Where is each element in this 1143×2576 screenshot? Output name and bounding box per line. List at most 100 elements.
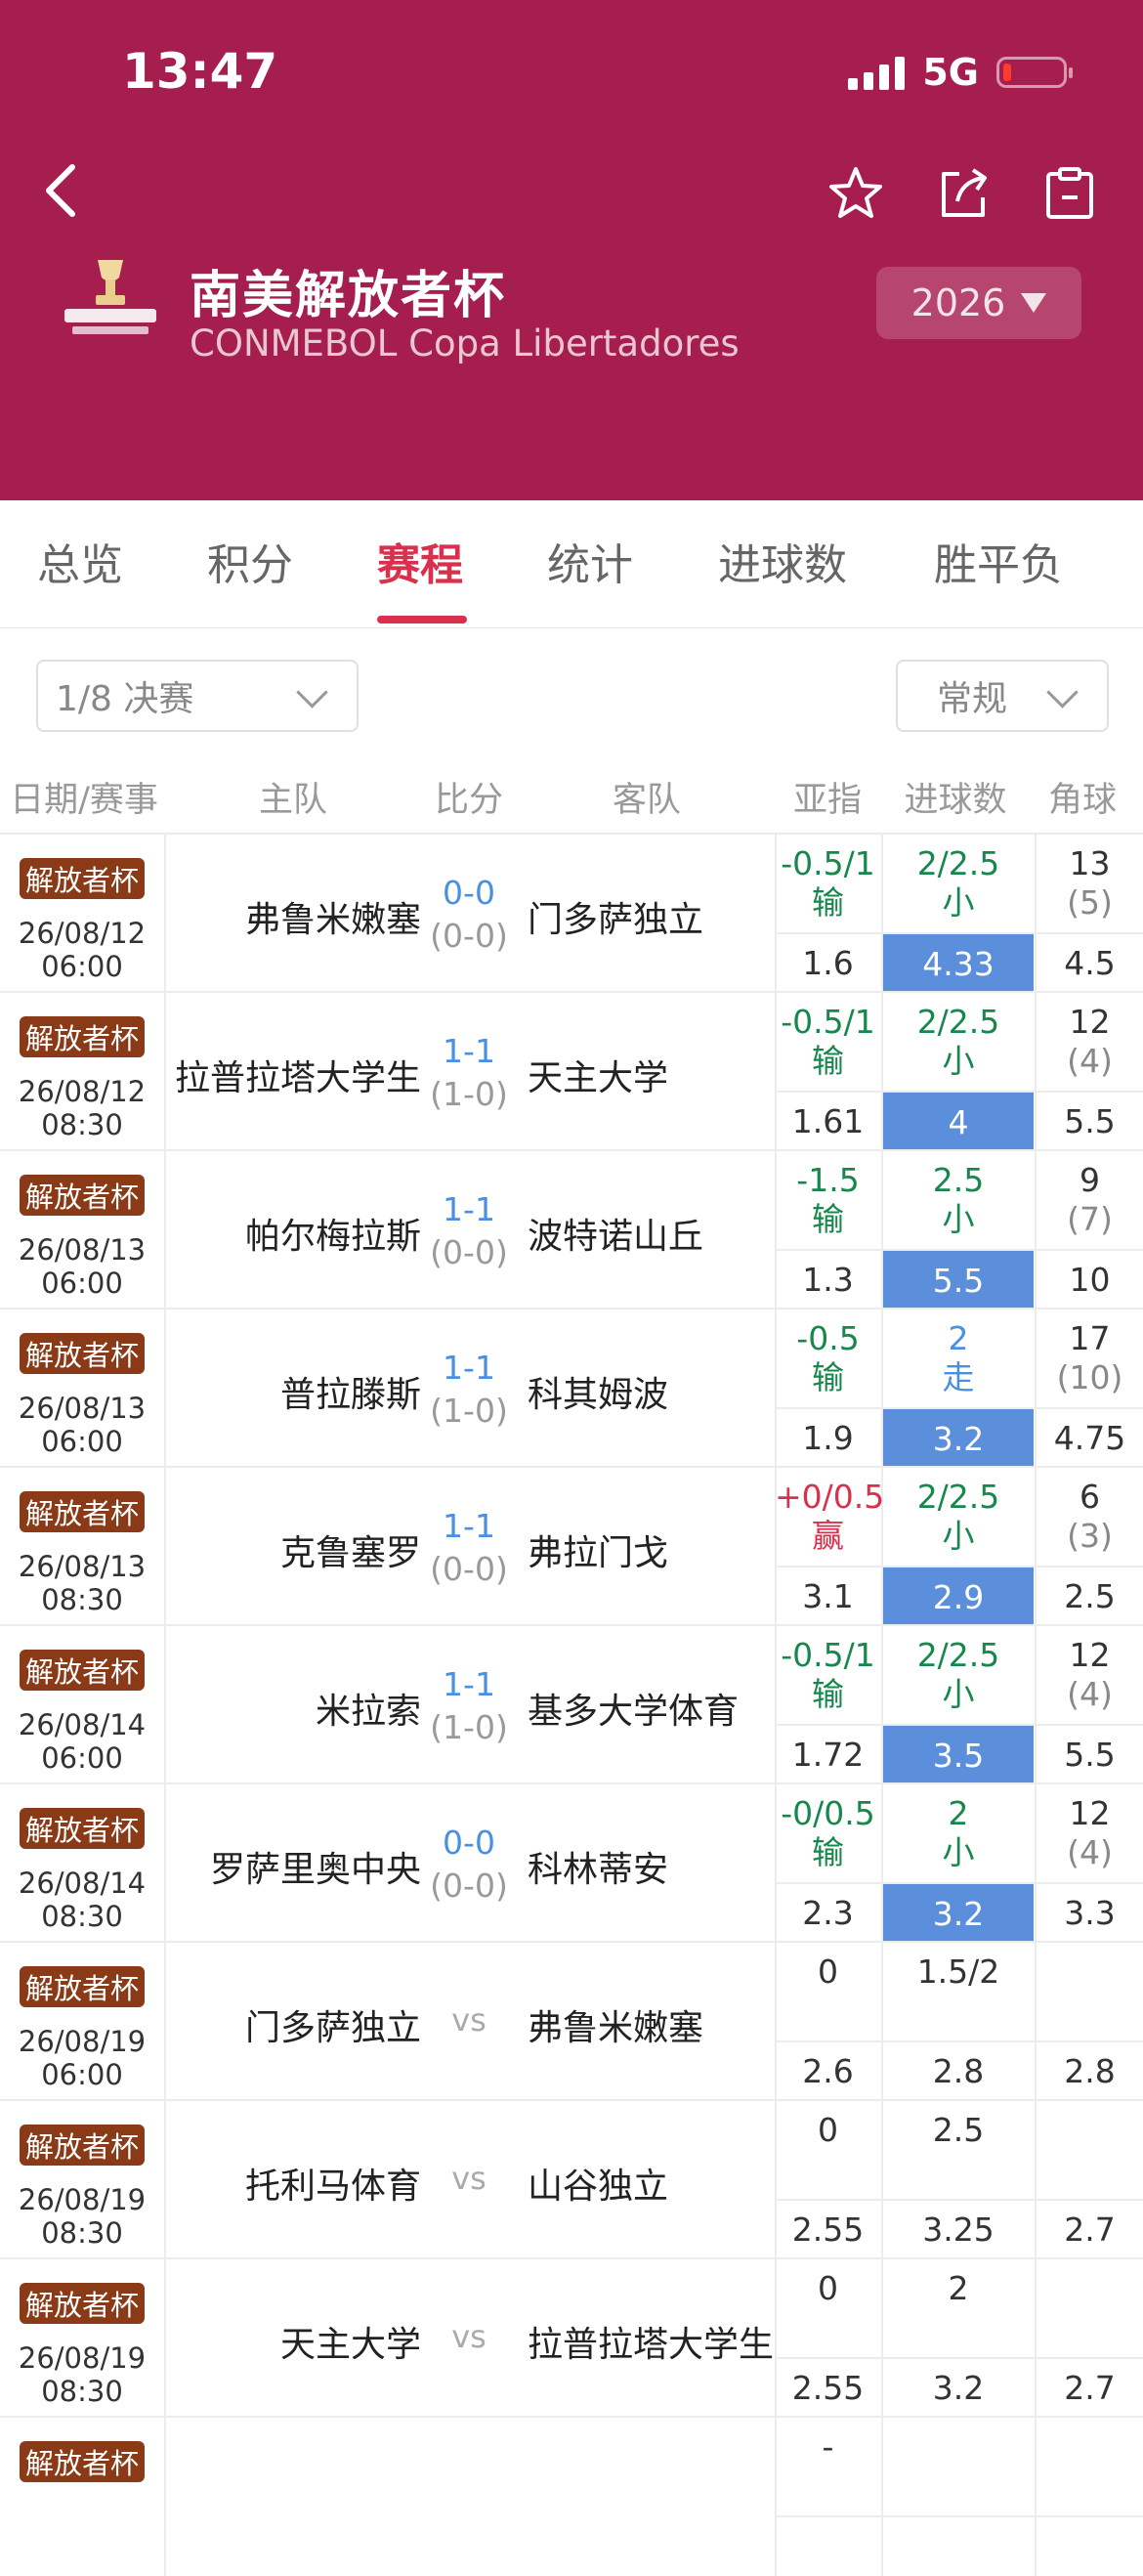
- away-team[interactable]: 波特诺山丘: [528, 1208, 703, 1259]
- away-team[interactable]: 科其姆波: [528, 1366, 668, 1417]
- asian-handicap-result: 赢: [812, 1517, 844, 1555]
- tab-schedule[interactable]: 赛程: [377, 530, 463, 592]
- asian-handicap-result: 输: [812, 1200, 844, 1238]
- year-value: 2026: [910, 281, 1006, 324]
- versus-label: vs: [451, 2160, 487, 2197]
- home-team[interactable]: 拉普拉塔大学生: [175, 1050, 421, 1100]
- asian-handicap-odds: 1.72: [791, 1736, 865, 1774]
- corners-half-time: (5): [1067, 883, 1113, 922]
- match-row[interactable]: 解放者杯 26/08/13 06:00 普拉滕斯 科其姆波 1-1 (1-0) -0.5 输 1.…: [0, 1308, 1143, 1468]
- tab-stats[interactable]: 统计: [547, 530, 633, 592]
- away-team[interactable]: 弗鲁米嫩塞: [528, 1999, 703, 2050]
- competition-badge: 解放者杯: [20, 1966, 145, 2007]
- match-row[interactable]: 解放者杯 26/08/14 06:00 米拉索 基多大学体育 1-1 (1-0) -0.5/1…: [0, 1624, 1143, 1784]
- round-filter[interactable]: 1/8 决赛: [36, 660, 359, 732]
- total-goals-odds: 5.5: [883, 1251, 1034, 1309]
- corners-total: 12: [1069, 1794, 1111, 1832]
- col-away: 客队: [612, 781, 682, 820]
- match-date: 26/08/14: [18, 1867, 147, 1900]
- match-date: 26/08/12: [18, 1075, 147, 1108]
- home-team[interactable]: 普拉滕斯: [280, 1366, 421, 1417]
- mode-filter[interactable]: 常规: [896, 660, 1109, 732]
- corners-odds: 5.5: [1064, 1736, 1116, 1774]
- back-icon[interactable]: [39, 161, 88, 220]
- col-asian-handicap: 亚指: [792, 781, 863, 820]
- asian-handicap-odds: 1.3: [802, 1261, 854, 1299]
- home-team[interactable]: 帕尔梅拉斯: [245, 1208, 421, 1259]
- home-team[interactable]: 克鲁塞罗: [280, 1524, 421, 1575]
- away-team[interactable]: 门多萨独立: [528, 891, 703, 942]
- tab-results[interactable]: 胜平负: [934, 530, 1063, 592]
- total-goals-line: 2/2.5: [916, 1478, 1000, 1516]
- away-team[interactable]: 科林蒂安: [528, 1841, 668, 1892]
- match-row[interactable]: 解放者杯 26/08/14 08:30 罗萨里奥中央 科林蒂安 0-0 (0-0) -0/0.…: [0, 1782, 1143, 1943]
- share-icon[interactable]: [934, 164, 993, 223]
- total-goals-line: 2/2.5: [916, 1636, 1000, 1674]
- home-team[interactable]: 弗鲁米嫩塞: [245, 891, 421, 942]
- corners-total: 17: [1069, 1319, 1111, 1357]
- away-team[interactable]: 山谷独立: [528, 2158, 668, 2209]
- match-row[interactable]: 解放者杯 26/08/13 08:30 克鲁塞罗 弗拉门戈 1-1 (0-0) +0/0.5 赢…: [0, 1466, 1143, 1626]
- competition-badge: 解放者杯: [20, 2441, 145, 2482]
- corners-odds: 2.8: [1064, 2052, 1116, 2090]
- full-time-score: 0-0: [443, 1824, 495, 1862]
- tab-bar: 总览 积分 赛程 统计 进球数 胜平负: [0, 500, 1143, 628]
- home-team[interactable]: 天主大学: [280, 2316, 421, 2367]
- home-team[interactable]: 罗萨里奥中央: [210, 1841, 421, 1892]
- divider: [775, 2357, 1143, 2359]
- full-time-score: 1-1: [443, 1349, 495, 1387]
- match-time: 08:30: [41, 1583, 123, 1616]
- competition-badge: 解放者杯: [20, 858, 145, 899]
- status-time: 13:47: [122, 43, 278, 100]
- home-team[interactable]: 米拉索: [316, 1683, 421, 1734]
- full-time-score: 0-0: [443, 874, 495, 912]
- home-team[interactable]: 门多萨独立: [245, 1999, 421, 2050]
- corners-odds: 2.7: [1064, 2369, 1116, 2407]
- match-row[interactable]: 解放者杯 26/08/19 08:30 托利马体育 山谷独立 vs 0 2.55 2.5 3.25…: [0, 2099, 1143, 2259]
- divider: [164, 1468, 166, 1626]
- competition-badge: 解放者杯: [20, 2283, 145, 2324]
- match-time: 06:00: [41, 2058, 123, 2091]
- tab-overview[interactable]: 总览: [37, 530, 123, 592]
- year-selector[interactable]: 2026: [876, 267, 1081, 339]
- asian-handicap-odds: 1.6: [802, 944, 854, 982]
- corners-odds: 4.75: [1053, 1419, 1126, 1457]
- away-team[interactable]: 基多大学体育: [528, 1683, 739, 1734]
- divider: [164, 993, 166, 1151]
- total-goals-line: 1.5/2: [916, 1953, 1000, 1991]
- total-goals-result: 小: [942, 1833, 975, 1871]
- match-date: 26/08/19: [18, 2183, 147, 2216]
- corners-total: 13: [1069, 844, 1111, 882]
- match-time: 08:30: [41, 1900, 123, 1933]
- tab-standings[interactable]: 积分: [207, 530, 293, 592]
- tab-goals[interactable]: 进球数: [718, 530, 847, 592]
- asian-handicap-line: -0.5/1: [781, 1636, 875, 1674]
- match-row[interactable]: 解放者杯 26/08/19 06:00 门多萨独立 弗鲁米嫩塞 vs 0 2.6 1.5/2 2.…: [0, 1941, 1143, 2101]
- match-row[interactable]: 解放者杯 26/08/19 08:30 天主大学 拉普拉塔大学生 vs 0 2.55 2 3.2 2…: [0, 2257, 1143, 2418]
- network-label: 5G: [922, 51, 979, 94]
- match-row[interactable]: 解放者杯 26/08/12 08:30 拉普拉塔大学生 天主大学 1-1 (1-0) -0.5…: [0, 991, 1143, 1151]
- match-date: 26/08/19: [18, 2025, 147, 2058]
- match-row[interactable]: 解放者杯 26/08/13 06:00 帕尔梅拉斯 波特诺山丘 1-1 (0-0) -1.5 输…: [0, 1149, 1143, 1309]
- competition-badge: 解放者杯: [20, 2125, 145, 2166]
- away-team[interactable]: 弗拉门戈: [528, 1524, 668, 1575]
- competition-badge: 解放者杯: [20, 1491, 145, 1532]
- match-date: 26/08/13: [18, 1233, 147, 1267]
- half-time-score: (0-0): [430, 917, 508, 955]
- clipboard-icon[interactable]: [1040, 164, 1099, 223]
- match-date: 26/08/13: [18, 1550, 147, 1583]
- total-goals-line: 2: [948, 1794, 969, 1832]
- match-row[interactable]: 解放者杯 26/08/12 06:00 弗鲁米嫩塞 门多萨独立 0-0 (0-0) -0.5/…: [0, 833, 1143, 993]
- home-team[interactable]: 托利马体育: [245, 2158, 421, 2209]
- competition-badge: 解放者杯: [20, 1808, 145, 1849]
- asian-handicap-odds: 2.6: [802, 2052, 854, 2090]
- away-team[interactable]: 天主大学: [528, 1050, 668, 1100]
- asian-handicap-odds: 2.3: [802, 1894, 854, 1932]
- total-goals-odds: 3.2: [883, 1884, 1034, 1943]
- star-icon[interactable]: [826, 164, 885, 223]
- away-team[interactable]: 拉普拉塔大学生: [528, 2316, 774, 2367]
- page-subtitle: CONMEBOL Copa Libertadores: [190, 322, 740, 365]
- copa-libertadores-logo: [64, 260, 156, 334]
- corners-total: 12: [1069, 1003, 1111, 1041]
- match-row[interactable]: 解放者杯 -: [0, 2416, 1143, 2576]
